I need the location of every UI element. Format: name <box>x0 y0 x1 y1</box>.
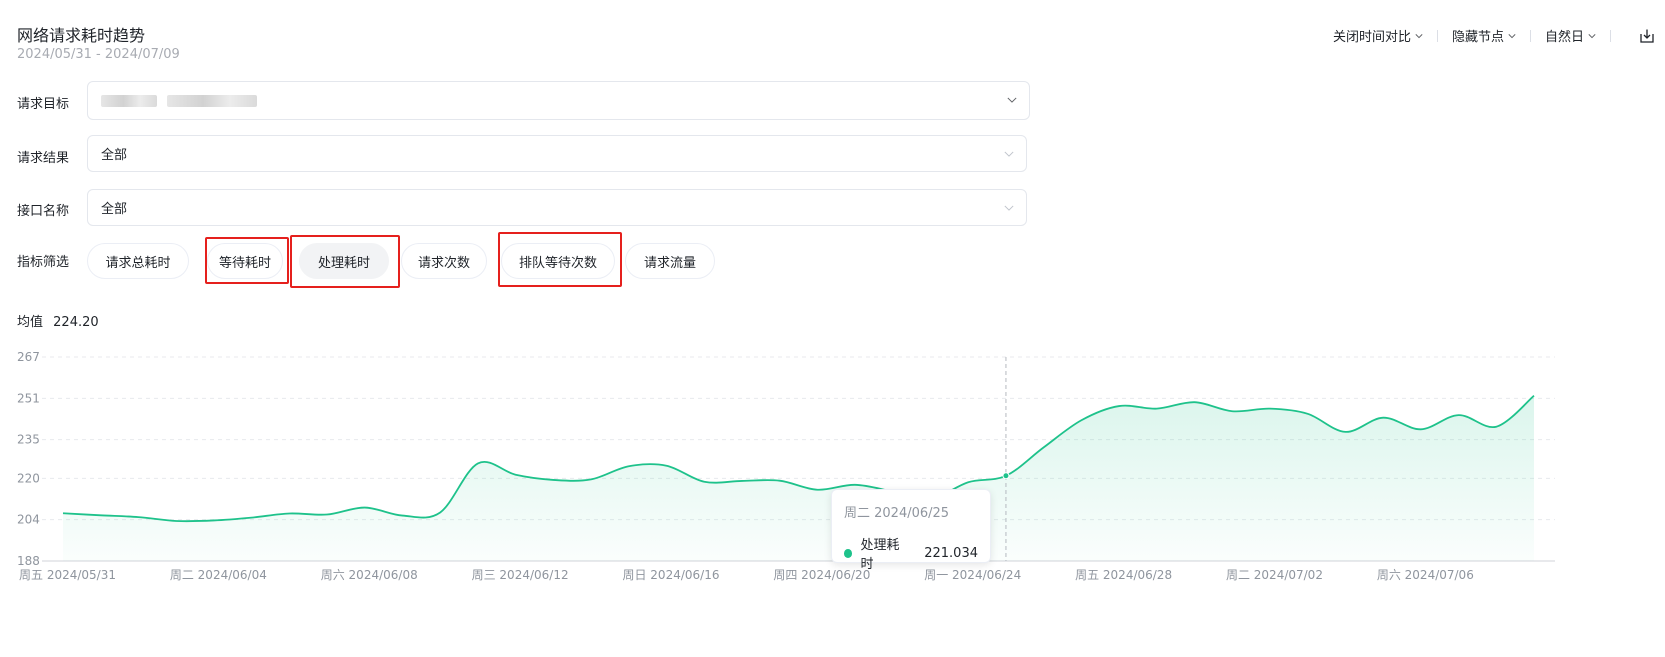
hover-point <box>1002 472 1010 480</box>
tooltip-value: 221.034 <box>924 545 978 561</box>
metric-chip-process-time[interactable]: 处理耗时 <box>299 243 389 279</box>
metric-chip-wait-time[interactable]: 等待耗时 <box>207 243 283 279</box>
hide-nodes-label: 隐藏节点 <box>1451 30 1504 45</box>
average-value: 224.20 <box>53 315 99 330</box>
x-tick-label: 周五 2024/05/31 <box>19 568 116 582</box>
api-label: 接口名称 <box>17 204 70 219</box>
result-select[interactable]: 全部 <box>87 135 1027 172</box>
api-select[interactable]: 全部 <box>87 189 1027 226</box>
chevron-down-icon <box>1508 33 1516 38</box>
chevron-down-icon <box>1004 205 1014 211</box>
period-label: 自然日 <box>1544 30 1584 45</box>
export-icon[interactable] <box>1639 28 1655 44</box>
chevron-down-icon <box>1007 97 1017 103</box>
compare-dropdown[interactable]: 关闭时间对比 <box>1333 26 1423 45</box>
x-tick-label: 周六 2024/07/06 <box>1377 568 1474 582</box>
tooltip-date: 周二 2024/06/25 <box>844 506 950 521</box>
y-tick-label: 188 <box>17 554 40 568</box>
toolbar-divider <box>1529 29 1531 42</box>
tooltip-series-name: 处理耗时 <box>860 538 900 572</box>
y-tick-label: 204 <box>17 513 40 527</box>
x-tick-label: 周六 2024/06/08 <box>321 568 418 582</box>
x-tick-label: 周五 2024/06/28 <box>1075 568 1172 582</box>
target-value-redacted <box>101 94 257 107</box>
y-tick-label: 267 <box>17 350 40 364</box>
chart-tooltip: 周二 2024/06/25 处理耗时 221.034 <box>831 489 991 572</box>
x-tick-label: 周二 2024/06/04 <box>170 568 267 582</box>
chart-title: 网络请求耗时趋势 <box>17 26 146 45</box>
compare-label: 关闭时间对比 <box>1332 30 1411 45</box>
y-tick-label: 220 <box>17 471 40 485</box>
hide-nodes-dropdown[interactable]: 隐藏节点 <box>1452 26 1516 45</box>
average-label: 均值 <box>17 315 44 330</box>
date-range: 2024/05/31 - 2024/07/09 <box>17 47 180 62</box>
toolbar-divider <box>1436 29 1438 42</box>
x-tick-label: 周日 2024/06/16 <box>622 568 719 582</box>
metric-chip-request-count[interactable]: 请求次数 <box>401 243 487 279</box>
metric-chip-queue-count[interactable]: 排队等待次数 <box>501 243 615 279</box>
target-select[interactable] <box>87 81 1030 120</box>
toolbar-divider <box>1610 29 1611 42</box>
x-tick-label: 周二 2024/07/02 <box>1226 568 1323 582</box>
y-tick-label: 235 <box>17 433 40 447</box>
average-summary: 均值 224.20 <box>17 311 99 330</box>
result-value: 全部 <box>101 148 128 163</box>
result-label: 请求结果 <box>17 151 70 166</box>
series-dot <box>844 548 853 558</box>
chevron-down-icon <box>1415 33 1423 38</box>
period-dropdown[interactable]: 自然日 <box>1545 26 1596 45</box>
toolbar: 关闭时间对比 隐藏节点 自然日 <box>1333 26 1655 45</box>
metric-chip-traffic[interactable]: 请求流量 <box>625 243 715 279</box>
chevron-down-icon <box>1588 33 1596 38</box>
x-tick-label: 周三 2024/06/12 <box>472 568 569 582</box>
metric-chip-total-time[interactable]: 请求总耗时 <box>87 243 189 279</box>
chevron-down-icon <box>1004 151 1014 157</box>
target-label: 请求目标 <box>17 97 70 112</box>
tooltip-row: 处理耗时 221.034 <box>844 534 978 572</box>
metric-label: 指标筛选 <box>17 255 70 270</box>
api-value: 全部 <box>101 202 128 217</box>
y-tick-label: 251 <box>17 391 40 405</box>
